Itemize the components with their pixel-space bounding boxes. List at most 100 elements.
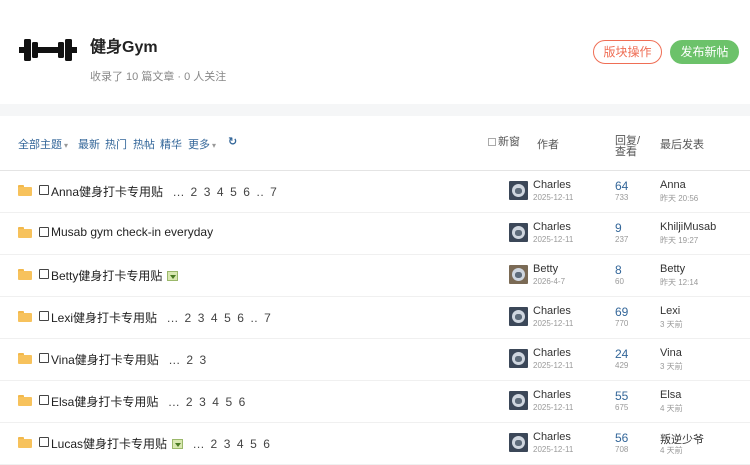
page-link[interactable]: 3 (204, 185, 211, 199)
page-link[interactable]: 4 (211, 311, 218, 325)
new-window-checkbox[interactable] (488, 138, 496, 146)
thread-row: Elsa健身打卡专用贴... 2 3 4 5 6 Charles 2025-12-11 55 67… (0, 381, 750, 423)
avatar[interactable] (509, 307, 528, 326)
last-poster[interactable]: Lexi (660, 305, 680, 317)
page-link[interactable]: ... (193, 437, 205, 451)
last-poster[interactable]: Elsa (660, 389, 681, 401)
refresh-icon[interactable]: ↻ (228, 135, 237, 148)
last-post-time[interactable]: 3 天前 (660, 319, 683, 330)
thread-checkbox[interactable] (39, 227, 49, 237)
last-poster[interactable]: KhiljiMusab (660, 221, 716, 233)
thread-title-link[interactable]: Lucas健身打卡专用贴 (51, 437, 167, 451)
page-link[interactable]: 5 (250, 437, 257, 451)
page-link[interactable]: .. (250, 311, 258, 325)
page-link[interactable]: 4 (217, 185, 224, 199)
avatar[interactable] (509, 223, 528, 242)
thread-title-cell: Lucas健身打卡专用贴... 2 3 4 5 6 (51, 435, 276, 452)
thread-title-link[interactable]: Vina健身打卡专用贴 (51, 353, 159, 367)
thread-author[interactable]: Charles (533, 389, 571, 401)
thread-author[interactable]: Charles (533, 221, 571, 233)
page-link[interactable]: 5 (230, 185, 237, 199)
thread-title-cell: Vina健身打卡专用贴... 2 3 (51, 351, 213, 368)
page-link[interactable]: ... (173, 185, 185, 199)
reply-count[interactable]: 24 (615, 347, 628, 361)
thread-author[interactable]: Charles (533, 347, 571, 359)
page-link[interactable]: 6 (243, 185, 250, 199)
reply-count[interactable]: 69 (615, 305, 628, 319)
page-link[interactable]: 3 (199, 395, 206, 409)
page-link[interactable]: ... (168, 395, 180, 409)
thread-author[interactable]: Charles (533, 305, 571, 317)
page-link[interactable]: 6 (263, 437, 270, 451)
page-link[interactable]: 2 (191, 185, 198, 199)
last-post-time[interactable]: 昨天 20:56 (660, 193, 698, 204)
avatar[interactable] (509, 265, 528, 284)
forum-header: 健身Gym 收录了 10 篇文章 · 0 人关注 版块操作 发布新帖 (0, 0, 750, 104)
avatar[interactable] (509, 433, 528, 452)
thread-author[interactable]: Betty (533, 263, 558, 275)
page-link[interactable]: 3 (198, 311, 205, 325)
thread-checkbox[interactable] (39, 185, 49, 195)
filter-more[interactable]: 更多 ▾ (188, 136, 216, 152)
reply-count[interactable]: 55 (615, 389, 628, 403)
page-link[interactable]: 7 (270, 185, 277, 199)
thread-checkbox[interactable] (39, 395, 49, 405)
last-post-time[interactable]: 3 天前 (660, 361, 683, 372)
last-poster[interactable]: Betty (660, 263, 685, 275)
new-post-button[interactable]: 发布新帖 (670, 40, 739, 64)
page-link[interactable]: 2 (185, 311, 192, 325)
last-poster[interactable]: Anna (660, 179, 686, 191)
page-link[interactable]: 7 (264, 311, 271, 325)
filter-latest[interactable]: 最新 (78, 136, 100, 152)
thread-author[interactable]: Charles (533, 431, 571, 443)
last-post-time[interactable]: 昨天 12:14 (660, 277, 698, 288)
reply-count[interactable]: 56 (615, 431, 628, 445)
thread-pagination: ... 2 3 4 5 6.. 7 (173, 185, 283, 199)
page-link[interactable]: 2 (186, 353, 193, 367)
filter-hot-posts[interactable]: 热帖 (133, 136, 155, 152)
thread-title-link[interactable]: Lexi健身打卡专用贴 (51, 311, 157, 325)
reply-count[interactable]: 8 (615, 263, 622, 277)
page-link[interactable]: 6 (239, 395, 246, 409)
filter-digest[interactable]: 精华 (160, 136, 182, 152)
page-link[interactable]: 6 (237, 311, 244, 325)
avatar[interactable] (509, 391, 528, 410)
reply-count[interactable]: 9 (615, 221, 622, 235)
thread-checkbox[interactable] (39, 269, 49, 279)
view-count: 708 (615, 445, 629, 454)
page-link[interactable]: 2 (211, 437, 218, 451)
thread-title-link[interactable]: Anna健身打卡专用贴 (51, 185, 163, 199)
filter-all-threads[interactable]: 全部主题 ▾ (18, 136, 68, 152)
view-count: 429 (615, 361, 629, 370)
thread-checkbox[interactable] (39, 437, 49, 447)
thread-title-link[interactable]: Betty健身打卡专用贴 (51, 269, 162, 283)
thread-title-link[interactable]: Elsa健身打卡专用贴 (51, 395, 158, 409)
avatar[interactable] (509, 181, 528, 200)
page-link[interactable]: .. (256, 185, 264, 199)
reply-count[interactable]: 64 (615, 179, 628, 193)
filter-hot[interactable]: 热门 (105, 136, 127, 152)
page-link[interactable]: ... (167, 311, 179, 325)
last-post-time[interactable]: 昨天 19:27 (660, 235, 698, 246)
page-link[interactable]: 4 (237, 437, 244, 451)
avatar[interactable] (509, 349, 528, 368)
last-post-time[interactable]: 4 天前 (660, 403, 683, 414)
page-link[interactable]: ... (169, 353, 181, 367)
forum-manage-button[interactable]: 版块操作 (593, 40, 662, 64)
page-link[interactable]: 4 (212, 395, 219, 409)
thread-author[interactable]: Charles (533, 179, 571, 191)
thread-checkbox[interactable] (39, 311, 49, 321)
thread-checkbox[interactable] (39, 353, 49, 363)
last-poster[interactable]: Vina (660, 347, 682, 359)
page-link[interactable]: 3 (224, 437, 231, 451)
thread-pagination: ... 2 3 4 5 6.. 7 (167, 311, 277, 325)
page-link[interactable]: 5 (224, 311, 231, 325)
thread-date: 2025-12-11 (533, 319, 574, 328)
folder-icon (18, 437, 32, 448)
page-link[interactable]: 5 (225, 395, 232, 409)
thread-title-link[interactable]: Musab gym check-in everyday (51, 225, 213, 239)
page-link[interactable]: 2 (186, 395, 193, 409)
new-window-toggle[interactable]: 新窗 (488, 133, 520, 149)
thread-title-cell: Musab gym check-in everyday (51, 225, 213, 239)
page-link[interactable]: 3 (200, 353, 207, 367)
